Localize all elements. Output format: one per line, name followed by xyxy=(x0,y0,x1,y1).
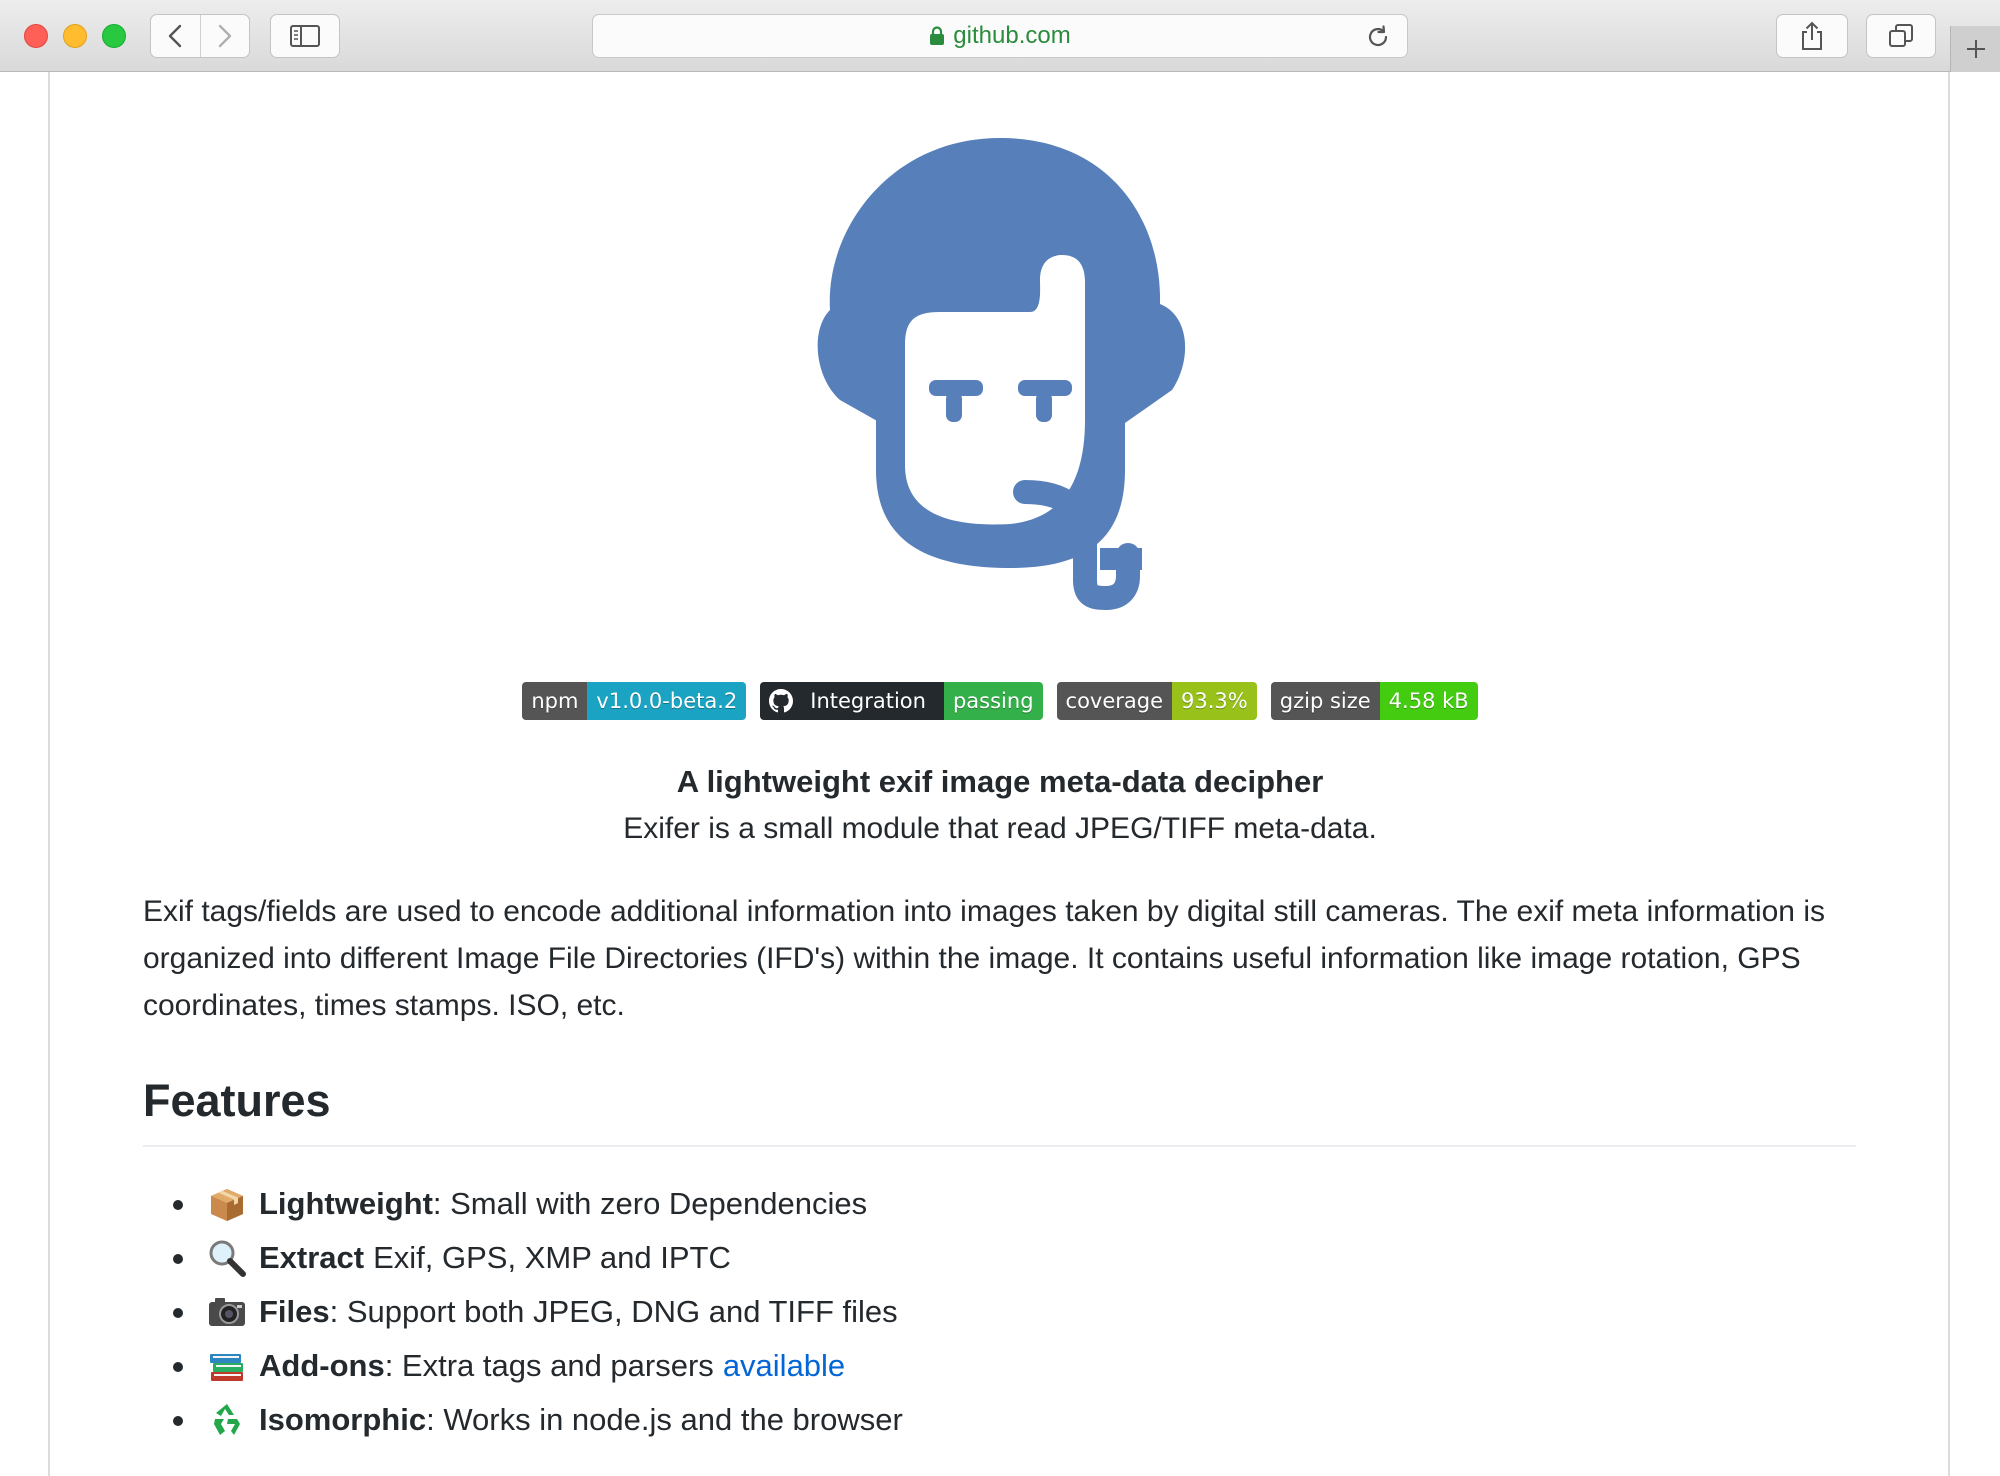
badge-label: npm xyxy=(522,682,588,720)
features-list: Lightweight : Small with zero Dependenci… xyxy=(143,1177,903,1447)
camera-icon xyxy=(209,1298,245,1326)
features-heading: Features xyxy=(143,1075,331,1126)
feature-title: Extract xyxy=(259,1240,365,1275)
new-tab-button[interactable] xyxy=(1950,26,2000,72)
feature-item-files: Files : Support both JPEG, DNG and TIFF … xyxy=(143,1285,903,1339)
bullet xyxy=(173,1200,183,1210)
bullet xyxy=(173,1308,183,1318)
reload-icon[interactable] xyxy=(1365,24,1391,50)
feature-item-addons: Add-ons : Extra tags and parsers availab… xyxy=(143,1339,903,1393)
address-bar[interactable]: github.com xyxy=(592,14,1408,58)
tabs-icon xyxy=(1889,24,1913,47)
readme-description: Exif tags/fields are used to encode addi… xyxy=(143,895,1825,1022)
feature-item-isomorphic: Isomorphic : Works in node.js and the br… xyxy=(143,1393,903,1447)
coverage-badge[interactable]: coverage 93.3% xyxy=(1056,682,1257,720)
recycle-icon xyxy=(214,1404,240,1435)
badge-label: Integration xyxy=(810,689,926,713)
feature-text: : Support both JPEG, DNG and TIFF files xyxy=(329,1294,898,1329)
integration-status-badge[interactable]: Integration passing xyxy=(760,682,1043,720)
badge-value: v1.0.0-beta.2 xyxy=(587,682,747,720)
npm-version-badge[interactable]: npm v1.0.0-beta.2 xyxy=(522,682,747,720)
bullet xyxy=(173,1254,183,1264)
feature-text: : Works in node.js and the browser xyxy=(426,1402,903,1437)
readme-tagline: A lightweight exif image meta-data decip… xyxy=(676,764,1324,799)
badge-label: gzip size xyxy=(1270,682,1380,720)
badges-row: npm v1.0.0-beta.2 Integration passing co… xyxy=(0,682,2000,720)
back-button[interactable] xyxy=(151,15,200,57)
feature-title: Add-ons xyxy=(259,1348,385,1383)
feature-title: Files xyxy=(259,1294,330,1329)
feature-item-extract: Extract Exif, GPS, XMP and IPTC xyxy=(143,1231,903,1285)
feature-item-lightweight: Lightweight : Small with zero Dependenci… xyxy=(143,1177,903,1231)
feature-text: : Small with zero Dependencies xyxy=(432,1186,868,1221)
zoom-window-button[interactable] xyxy=(102,24,126,48)
browser-toolbar: github.com xyxy=(0,0,2000,72)
feature-title: Lightweight xyxy=(259,1186,433,1221)
feature-text: : Extra tags and parsers xyxy=(384,1348,714,1383)
heading-divider xyxy=(143,1145,1856,1147)
badge-value: 4.58 kB xyxy=(1379,682,1478,720)
available-link[interactable]: available xyxy=(723,1348,845,1384)
share-button[interactable] xyxy=(1776,14,1848,58)
feature-title: Isomorphic xyxy=(259,1402,427,1437)
chevron-right-icon xyxy=(218,24,231,48)
sidebar-button[interactable] xyxy=(270,14,340,58)
books-icon xyxy=(210,1354,243,1381)
bullet xyxy=(173,1362,183,1372)
gzip-size-badge[interactable]: gzip size 4.58 kB xyxy=(1270,682,1478,720)
badge-value: passing xyxy=(943,682,1043,720)
url-text: github.com xyxy=(953,22,1071,49)
plus-icon xyxy=(1966,40,1985,58)
share-icon xyxy=(1802,21,1822,50)
github-icon xyxy=(769,689,794,713)
navigation-buttons xyxy=(150,14,250,58)
package-icon xyxy=(211,1189,243,1221)
readme-subtitle: Exifer is a small module that read JPEG/… xyxy=(623,812,1377,845)
forward-button[interactable] xyxy=(199,15,250,57)
exifer-logo xyxy=(817,138,1186,610)
feature-text: Exif, GPS, XMP and IPTC xyxy=(373,1240,731,1275)
badge-value: 93.3% xyxy=(1172,682,1257,720)
lock-icon xyxy=(930,26,945,45)
magnifier-icon xyxy=(209,1240,246,1277)
minimize-window-button[interactable] xyxy=(63,24,87,48)
close-window-button[interactable] xyxy=(24,24,48,48)
badge-label: coverage xyxy=(1056,682,1173,720)
chevron-left-icon xyxy=(169,24,182,48)
bullet xyxy=(173,1416,183,1426)
tabs-overview-button[interactable] xyxy=(1866,14,1936,58)
sidebar-icon xyxy=(290,25,320,47)
